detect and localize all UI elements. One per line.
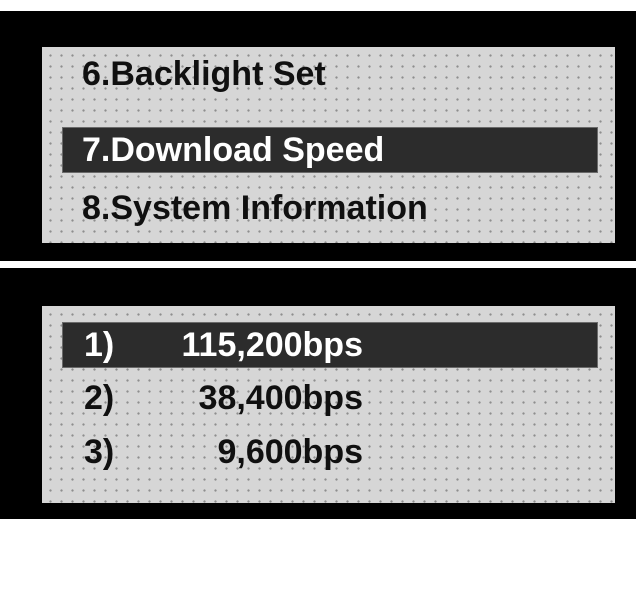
option-number: 3) (84, 433, 115, 471)
option-value: 9,600bps (217, 433, 363, 471)
menu-item-label: 7.Download Speed (82, 131, 385, 169)
option-number: 1) (84, 326, 115, 364)
lcd-screen-menu: 6.Backlight Set 7.Download Speed 8.Syste… (42, 47, 615, 243)
menu-item-label: 6.Backlight Set (82, 55, 326, 93)
option-value: 115,200bps (181, 326, 363, 364)
option-value: 38,400bps (198, 379, 363, 417)
speed-option-115200[interactable]: 1) 115,200bps (62, 322, 598, 368)
menu-item-system-information[interactable]: 8.System Information (62, 185, 598, 231)
menu-item-backlight-set[interactable]: 6.Backlight Set (62, 51, 598, 97)
speed-option-38400[interactable]: 2) 38,400bps (62, 375, 598, 421)
option-number: 2) (84, 379, 115, 417)
menu-item-download-speed[interactable]: 7.Download Speed (62, 127, 598, 173)
lcd-screen-speed-options: 1) 115,200bps 2) 38,400bps 3) 9,600bps (42, 306, 615, 503)
speed-option-9600[interactable]: 3) 9,600bps (62, 429, 598, 475)
menu-item-label: 8.System Information (82, 189, 428, 227)
menu-panel: 6.Backlight Set 7.Download Speed 8.Syste… (0, 11, 636, 261)
speed-panel: 1) 115,200bps 2) 38,400bps 3) 9,600bps (0, 268, 636, 519)
